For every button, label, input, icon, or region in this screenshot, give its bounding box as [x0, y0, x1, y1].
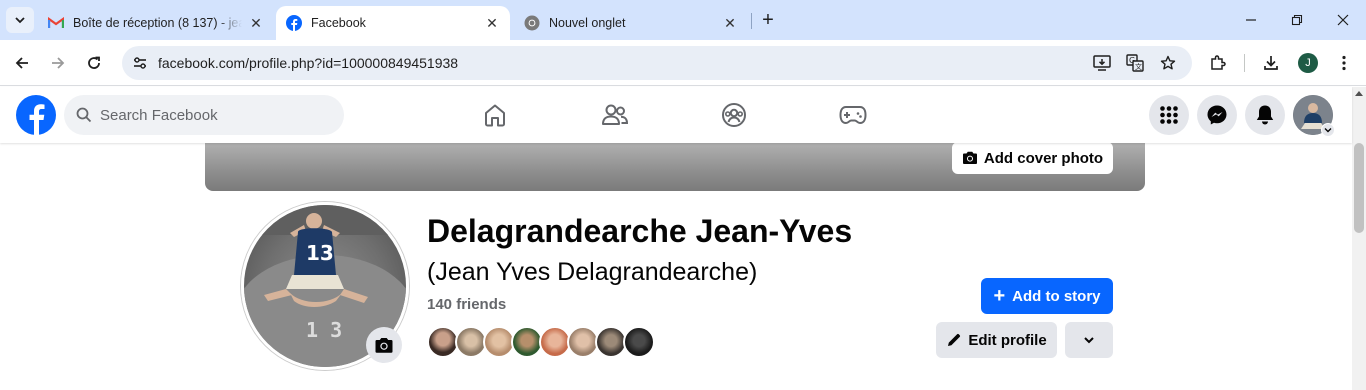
bookmark-star-icon[interactable]	[1158, 53, 1178, 73]
home-icon	[485, 104, 505, 127]
tab-close-icon[interactable]: ✕	[248, 15, 264, 31]
browser-tab-strip: Boîte de réception (8 137) - jean ✕ Face…	[0, 0, 1366, 40]
edit-profile-label: Edit profile	[968, 331, 1047, 349]
camera-icon	[375, 337, 393, 353]
scroll-thumb[interactable]	[1354, 143, 1364, 233]
restore-icon	[1291, 14, 1303, 26]
reload-icon	[88, 56, 100, 69]
search-input[interactable]	[100, 95, 330, 135]
chrome-icon	[524, 15, 540, 31]
toolbar-divider	[1244, 54, 1245, 72]
account-avatar[interactable]	[1293, 95, 1335, 137]
friend-avatar[interactable]	[623, 326, 655, 358]
tab-new-tab[interactable]: Nouvel onglet ✕	[514, 6, 748, 40]
address-bar[interactable]: facebook.com/profile.php?id=100000849451…	[122, 46, 1192, 80]
translate-icon[interactable]: G文	[1125, 53, 1145, 73]
add-cover-photo-button[interactable]: Add cover photo	[952, 142, 1113, 174]
url-text[interactable]: facebook.com/profile.php?id=100000849451…	[158, 55, 458, 71]
site-settings-icon[interactable]	[130, 53, 150, 73]
shirt-number: 13	[306, 241, 334, 265]
browser-menu-button[interactable]	[1329, 48, 1359, 78]
groups-icon	[722, 103, 746, 127]
friends-count[interactable]: 140 friends	[427, 296, 506, 313]
close-icon	[1337, 14, 1349, 26]
close-window-button[interactable]	[1320, 0, 1366, 40]
downloads-button[interactable]	[1256, 48, 1286, 78]
menu-button[interactable]	[1149, 95, 1189, 135]
tab-gmail[interactable]: Boîte de réception (8 137) - jean ✕	[38, 6, 274, 40]
plus-icon: +	[993, 285, 1006, 307]
scroll-up-arrow-icon[interactable]	[1355, 91, 1363, 96]
profile-name: Delagrandearche Jean-Yves	[427, 213, 853, 249]
chevron-down-icon	[1084, 337, 1094, 344]
new-tab-button[interactable]: +	[756, 8, 780, 32]
browser-profile-avatar[interactable]: J	[1298, 53, 1318, 73]
tab-title: Nouvel onglet	[549, 16, 626, 30]
install-app-icon[interactable]	[1092, 53, 1112, 73]
puzzle-icon	[1211, 55, 1226, 70]
notifications-icon	[1256, 105, 1274, 125]
account-menu-chevron[interactable]	[1321, 123, 1335, 137]
tab-close-icon[interactable]: ✕	[484, 15, 500, 31]
nav-home[interactable]	[475, 95, 515, 135]
gmail-icon	[48, 15, 64, 31]
restore-button[interactable]	[1274, 0, 1320, 40]
browser-toolbar: facebook.com/profile.php?id=100000849451…	[0, 40, 1366, 86]
pencil-icon	[948, 333, 961, 346]
facebook-header	[0, 87, 1352, 143]
tab-close-icon[interactable]: ✕	[722, 15, 738, 31]
edit-profile-button[interactable]: Edit profile	[936, 322, 1057, 358]
back-button[interactable]	[7, 48, 37, 78]
minimize-icon	[1246, 19, 1256, 21]
minimize-button[interactable]	[1228, 0, 1274, 40]
arrow-right-icon	[52, 57, 65, 69]
facebook-search[interactable]	[64, 95, 344, 135]
svg-text:文: 文	[1135, 62, 1142, 71]
tab-title: Boîte de réception (8 137) - jean	[73, 16, 242, 30]
chevron-down-icon	[15, 17, 25, 24]
extensions-button[interactable]	[1203, 48, 1233, 78]
nav-groups[interactable]	[714, 95, 754, 135]
update-profile-picture-button[interactable]	[366, 327, 402, 363]
more-vertical-icon	[1342, 55, 1346, 71]
tab-facebook[interactable]: Facebook ✕	[276, 6, 510, 40]
profile-more-button[interactable]	[1065, 322, 1113, 358]
nav-gaming[interactable]	[833, 95, 873, 135]
friends-icon	[602, 104, 629, 125]
search-icon	[76, 107, 92, 123]
nav-friends[interactable]	[595, 95, 635, 135]
profile-alternate-name: (Jean Yves Delagrandearche)	[427, 258, 758, 286]
tab-search-button[interactable]	[6, 7, 34, 33]
gaming-icon	[839, 106, 867, 125]
reload-button[interactable]	[79, 48, 109, 78]
notifications-button[interactable]	[1245, 95, 1285, 135]
facebook-logo-icon[interactable]	[16, 95, 56, 135]
friend-avatars	[427, 326, 667, 358]
page-scrollbar[interactable]	[1352, 87, 1366, 390]
menu-grid-icon	[1160, 106, 1178, 124]
messenger-icon	[1207, 105, 1227, 125]
forward-button[interactable]	[43, 48, 73, 78]
download-icon	[1264, 56, 1278, 70]
tab-separator	[751, 13, 752, 29]
tab-title: Facebook	[311, 16, 366, 30]
add-cover-photo-label: Add cover photo	[983, 149, 1104, 167]
ground-number: 1 3	[306, 318, 342, 342]
camera-icon	[962, 151, 977, 164]
messenger-button[interactable]	[1197, 95, 1237, 135]
arrow-left-icon	[15, 57, 28, 69]
facebook-icon	[286, 15, 302, 31]
chevron-down-icon	[1324, 128, 1332, 133]
add-to-story-button[interactable]: + Add to story	[981, 278, 1113, 314]
add-to-story-label: Add to story	[1012, 287, 1101, 305]
